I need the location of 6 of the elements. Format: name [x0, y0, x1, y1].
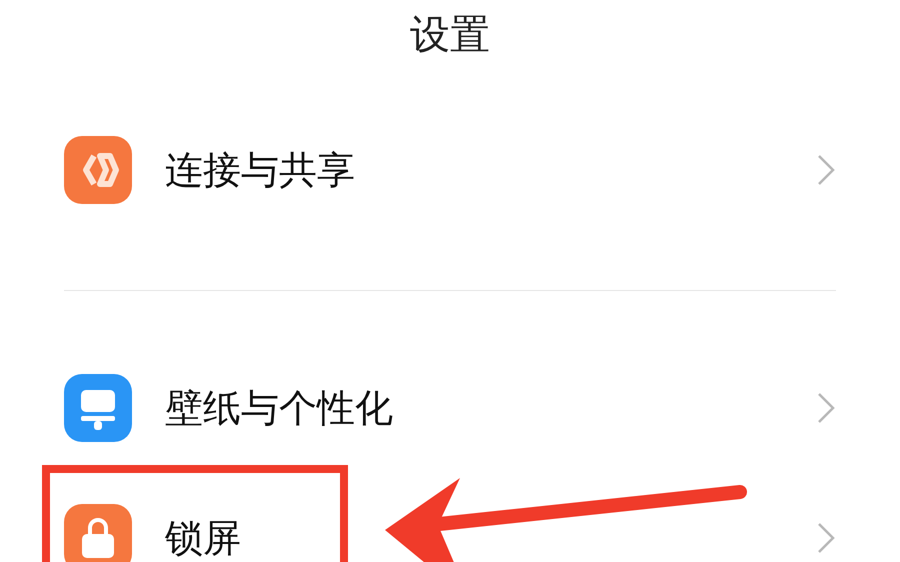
chevron-right-icon	[816, 521, 836, 555]
chevron-right-icon	[816, 153, 836, 187]
settings-item[interactable]: 壁纸与个性化	[0, 343, 900, 473]
page-title: 设置	[410, 11, 490, 60]
settings-item[interactable]: 连接与共享	[0, 105, 900, 235]
chevron-right-icon	[816, 391, 836, 425]
